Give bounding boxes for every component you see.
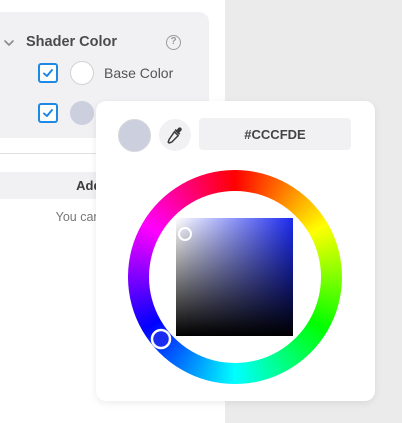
base-color-label: Base Color [104,65,174,81]
layer-2-swatch[interactable] [70,101,94,125]
saturation-value-square[interactable] [176,218,293,336]
check-icon [43,109,53,117]
hue-handle[interactable] [150,328,172,350]
base-color-swatch[interactable] [70,61,94,85]
eyedropper-icon [167,127,182,144]
base-color-checkbox[interactable] [38,63,58,83]
section-title: Shader Color [26,34,118,50]
current-color-swatch [118,119,151,152]
check-icon [43,69,53,77]
hex-color-input[interactable] [199,118,351,150]
color-picker-popover [96,101,375,401]
color-wheel[interactable] [128,170,342,384]
eyedropper-button[interactable] [159,119,191,151]
layer-2-checkbox[interactable] [38,103,58,123]
help-icon[interactable]: ? [166,35,181,50]
chevron-down-icon[interactable] [3,36,15,48]
